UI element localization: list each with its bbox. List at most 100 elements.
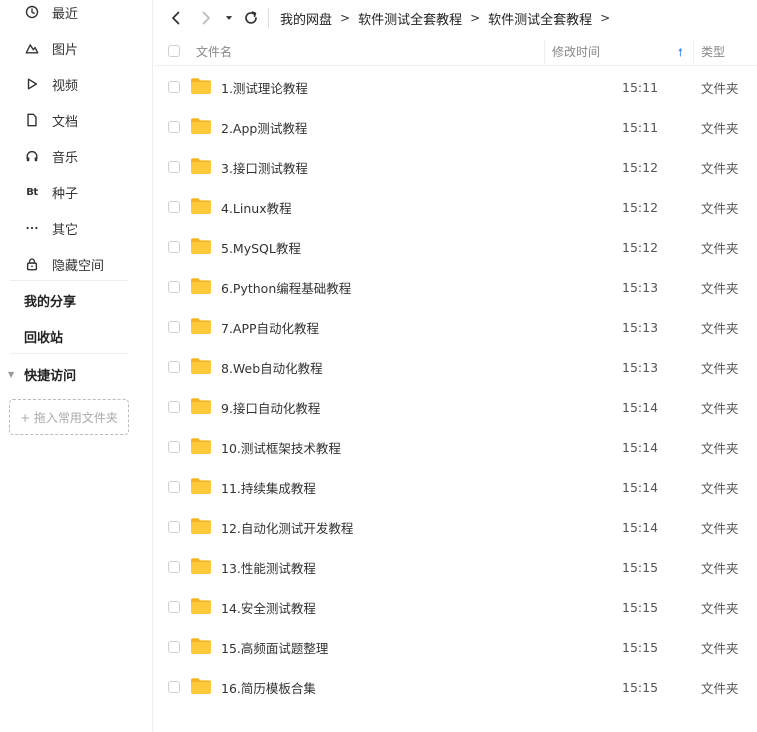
table-row[interactable]: 16.简历模板合集 15:15 文件夹	[154, 667, 757, 707]
folder-icon	[191, 198, 211, 214]
quick-access-toggle[interactable]: ▼ 快捷访问	[8, 362, 76, 386]
table-row[interactable]: 11.持续集成教程 15:14 文件夹	[154, 467, 757, 507]
file-type: 文件夹	[701, 120, 739, 136]
table-row[interactable]: 1.测试理论教程 15:11 文件夹	[154, 67, 757, 107]
sidebar-item-recent[interactable]: 最近	[24, 0, 78, 24]
row-checkbox[interactable]	[168, 681, 180, 693]
breadcrumb-item-current-folder[interactable]: 软件测试全套教程	[488, 9, 592, 28]
sidebar-item-my-share[interactable]: 我的分享	[24, 288, 76, 312]
row-checkbox[interactable]	[168, 601, 180, 613]
table-row[interactable]: 5.MySQL教程 15:12 文件夹	[154, 227, 757, 267]
modified-time: 15:13	[622, 319, 659, 335]
row-checkbox[interactable]	[168, 321, 180, 333]
sidebar-item-hidden-space[interactable]: 隐藏空间	[24, 252, 104, 276]
file-name[interactable]: 3.接口测试教程	[221, 147, 308, 187]
breadcrumb: 我的网盘 > 软件测试全套教程 > 软件测试全套教程 >	[280, 8, 618, 28]
modified-time: 15:11	[622, 79, 659, 95]
file-list-header: 文件名 修改时间 🠕 类型	[154, 36, 757, 66]
modified-time: 15:11	[622, 119, 659, 135]
table-row[interactable]: 13.性能测试教程 15:15 文件夹	[154, 547, 757, 587]
sidebar-item-music[interactable]: 音乐	[24, 144, 78, 168]
caret-down-icon: ▼	[8, 369, 15, 379]
folder-icon	[191, 278, 211, 294]
sidebar-item-documents[interactable]: 文档	[24, 108, 78, 132]
row-checkbox[interactable]	[168, 481, 180, 493]
column-divider	[693, 40, 694, 64]
sidebar: 最近 图片 视频 文档 音乐 Bt 种子 其它 隐藏空间 我的分享 回收站 ▼ …	[0, 0, 153, 732]
file-name[interactable]: 1.测试理论教程	[221, 67, 308, 107]
table-row[interactable]: 3.接口测试教程 15:12 文件夹	[154, 147, 757, 187]
file-name[interactable]: 14.安全测试教程	[221, 587, 316, 627]
table-row[interactable]: 2.App测试教程 15:11 文件夹	[154, 107, 757, 147]
sidebar-item-videos[interactable]: 视频	[24, 72, 78, 96]
forward-button[interactable]	[196, 8, 216, 28]
caret-down-icon	[225, 16, 233, 20]
file-type: 文件夹	[701, 440, 739, 456]
row-checkbox[interactable]	[168, 401, 180, 413]
table-row[interactable]: 14.安全测试教程 15:15 文件夹	[154, 587, 757, 627]
modified-time: 15:15	[622, 679, 659, 695]
row-checkbox[interactable]	[168, 521, 180, 533]
row-checkbox[interactable]	[168, 241, 180, 253]
file-type: 文件夹	[701, 480, 739, 496]
table-row[interactable]: 10.测试框架技术教程 15:14 文件夹	[154, 427, 757, 467]
row-checkbox[interactable]	[168, 641, 180, 653]
table-row[interactable]: 8.Web自动化教程 15:13 文件夹	[154, 347, 757, 387]
row-checkbox[interactable]	[168, 81, 180, 93]
sidebar-item-images[interactable]: 图片	[24, 36, 78, 60]
table-row[interactable]: 12.自动化测试开发教程 15:14 文件夹	[154, 507, 757, 547]
table-row[interactable]: 9.接口自动化教程 15:14 文件夹	[154, 387, 757, 427]
folder-icon	[191, 318, 211, 334]
file-name[interactable]: 12.自动化测试开发教程	[221, 507, 353, 547]
file-type: 文件夹	[701, 640, 739, 656]
table-row[interactable]: 4.Linux教程 15:12 文件夹	[154, 187, 757, 227]
drop-favorite-folder-zone[interactable]: + 拖入常用文件夹	[9, 399, 129, 435]
row-checkbox[interactable]	[168, 201, 180, 213]
clock-icon	[24, 4, 40, 20]
folder-icon	[191, 558, 211, 574]
table-row[interactable]: 7.APP自动化教程 15:13 文件夹	[154, 307, 757, 347]
row-checkbox[interactable]	[168, 121, 180, 133]
select-all-checkbox[interactable]	[168, 45, 180, 57]
file-name[interactable]: 10.测试框架技术教程	[221, 427, 341, 467]
file-name[interactable]: 7.APP自动化教程	[221, 307, 319, 347]
modified-time: 15:14	[622, 439, 659, 455]
breadcrumb-item-my-drive[interactable]: 我的网盘	[280, 9, 332, 28]
row-checkbox[interactable]	[168, 281, 180, 293]
table-row[interactable]: 6.Python编程基础教程 15:13 文件夹	[154, 267, 757, 307]
column-header-type[interactable]: 类型	[701, 36, 725, 66]
folder-icon	[191, 158, 211, 174]
sidebar-item-label: 音乐	[52, 150, 79, 166]
file-name[interactable]: 4.Linux教程	[221, 187, 292, 227]
file-name[interactable]: 16.简历模板合集	[221, 667, 316, 707]
file-name[interactable]: 2.App测试教程	[221, 107, 307, 147]
back-button[interactable]	[166, 8, 186, 28]
sort-ascending-icon[interactable]: 🠕	[678, 44, 683, 63]
file-name[interactable]: 13.性能测试教程	[221, 547, 316, 587]
column-header-modified[interactable]: 修改时间	[552, 36, 600, 66]
refresh-button[interactable]	[241, 8, 261, 28]
breadcrumb-item-folder[interactable]: 软件测试全套教程	[358, 9, 462, 28]
sidebar-item-others[interactable]: 其它	[24, 216, 78, 240]
history-dropdown-button[interactable]	[223, 8, 235, 28]
sidebar-item-label: 视频	[52, 78, 79, 94]
table-row[interactable]: 15.高频面试题整理 15:15 文件夹	[154, 627, 757, 667]
file-name[interactable]: 9.接口自动化教程	[221, 387, 320, 427]
column-header-name[interactable]: 文件名	[196, 36, 232, 66]
file-name[interactable]: 6.Python编程基础教程	[221, 267, 351, 307]
folder-icon	[191, 638, 211, 654]
row-checkbox[interactable]	[168, 161, 180, 173]
sidebar-item-recycle-bin[interactable]: 回收站	[24, 324, 63, 348]
lock-icon	[24, 256, 40, 272]
row-checkbox[interactable]	[168, 361, 180, 373]
toolbar-divider	[268, 8, 269, 28]
row-checkbox[interactable]	[168, 441, 180, 453]
file-name[interactable]: 5.MySQL教程	[221, 227, 301, 267]
sidebar-divider	[10, 353, 128, 354]
sidebar-item-torrents[interactable]: Bt 种子	[24, 180, 78, 204]
file-name[interactable]: 15.高频面试题整理	[221, 627, 328, 667]
file-name[interactable]: 11.持续集成教程	[221, 467, 316, 507]
file-type: 文件夹	[701, 280, 739, 296]
file-name[interactable]: 8.Web自动化教程	[221, 347, 323, 387]
row-checkbox[interactable]	[168, 561, 180, 573]
